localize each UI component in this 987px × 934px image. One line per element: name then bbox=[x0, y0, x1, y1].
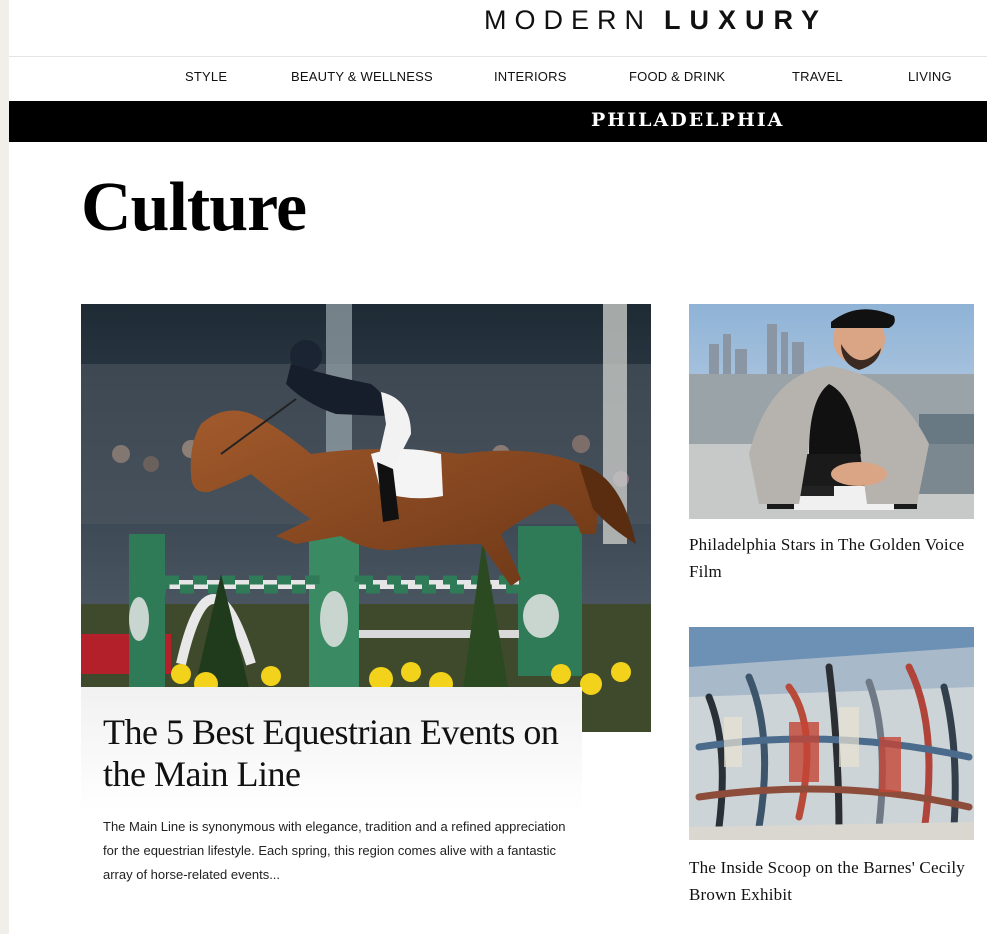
logo-word-modern: MODERN bbox=[484, 4, 652, 35]
side-article-title-2[interactable]: The Inside Scoop on the Barnes' Cecily B… bbox=[689, 854, 979, 908]
nav-item-interiors[interactable]: INTERIORS bbox=[494, 69, 567, 84]
nav-item-food-drink[interactable]: FOOD & DRINK bbox=[629, 69, 725, 84]
site-logo[interactable]: MODERN LUXURY bbox=[484, 4, 828, 36]
nav-item-style[interactable]: STYLE bbox=[185, 69, 227, 84]
main-nav: STYLE BEAUTY & WELLNESS INTERIORS FOOD &… bbox=[9, 57, 987, 100]
portrait-illustration bbox=[689, 304, 974, 519]
nav-item-living[interactable]: LIVING bbox=[908, 69, 952, 84]
painting-illustration bbox=[689, 627, 974, 840]
region-label: PHILADELPHIA bbox=[591, 109, 785, 131]
equestrian-illustration bbox=[81, 304, 651, 732]
brand-bar: MODERN LUXURY bbox=[9, 0, 987, 57]
logo-word-luxury: LUXURY bbox=[664, 4, 829, 35]
hero-article-excerpt: The Main Line is synonymous with eleganc… bbox=[103, 819, 566, 882]
page: MODERN LUXURY STYLE BEAUTY & WELLNESS IN… bbox=[9, 0, 987, 934]
hero-image[interactable] bbox=[81, 304, 651, 732]
page-title: Culture bbox=[81, 169, 307, 246]
hero-article-card[interactable]: The 5 Best Equestrian Events on the Main… bbox=[81, 687, 582, 897]
side-article-image-1[interactable] bbox=[689, 304, 974, 519]
side-article-image-2[interactable] bbox=[689, 627, 974, 840]
nav-item-beauty-wellness[interactable]: BEAUTY & WELLNESS bbox=[291, 69, 433, 84]
side-article-title-1[interactable]: Philadelphia Stars in The Golden Voice F… bbox=[689, 531, 979, 585]
hero-article-title[interactable]: The 5 Best Equestrian Events on the Main… bbox=[103, 711, 573, 795]
region-banner[interactable]: PHILADELPHIA bbox=[9, 101, 987, 142]
nav-item-travel[interactable]: TRAVEL bbox=[792, 69, 843, 84]
